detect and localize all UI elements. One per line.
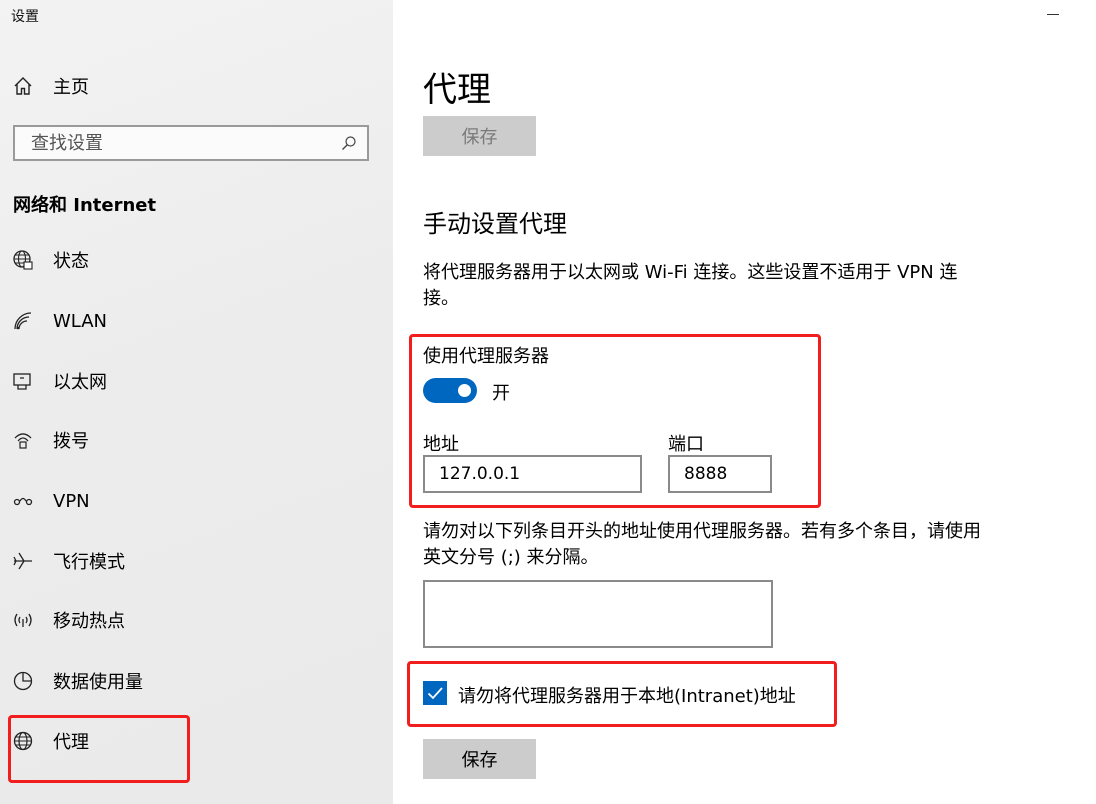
- network-status-icon: [11, 248, 35, 272]
- port-label: 端口: [668, 434, 704, 455]
- use-proxy-label: 使用代理服务器: [423, 346, 549, 367]
- vpn-icon: [11, 489, 35, 513]
- exceptions-description: 请勿对以下列条目开头的地址使用代理服务器。若有多个条目，请使用英文分号 (;) …: [423, 521, 981, 568]
- sidebar-item-vpn[interactable]: VPN: [0, 481, 393, 521]
- sidebar-item-label: 移动热点: [53, 611, 125, 632]
- sidebar-item-label: WLAN: [53, 310, 108, 332]
- app-title: 设置: [11, 9, 39, 25]
- exceptions-input[interactable]: [423, 580, 773, 648]
- address-label: 地址: [423, 434, 459, 455]
- page-title: 代理: [423, 70, 491, 110]
- save-button-bottom[interactable]: 保存: [423, 739, 536, 779]
- bypass-local-label[interactable]: 请勿将代理服务器用于本地(Intranet)地址: [458, 682, 796, 708]
- sidebar-item-label: 飞行模式: [53, 552, 125, 573]
- use-proxy-state: 开: [492, 383, 510, 404]
- ethernet-icon: [11, 369, 35, 393]
- sidebar-item-label: VPN: [53, 490, 90, 512]
- sidebar-item-label: 代理: [53, 732, 89, 753]
- wifi-icon: [11, 309, 35, 333]
- section-title: 网络和 Internet: [13, 195, 157, 216]
- settings-window: 设置 主页 网络和 Internet 状态 WLAN: [0, 0, 1096, 804]
- sidebar-item-status[interactable]: 状态: [0, 240, 393, 280]
- main-content: 代理 保存 手动设置代理 将代理服务器用于以太网或 Wi-Fi 连接。这些设置不…: [393, 0, 1096, 804]
- minimize-button[interactable]: [1047, 14, 1059, 15]
- globe-icon: [11, 729, 35, 753]
- toggle-knob: [458, 384, 471, 397]
- sidebar-item-wlan[interactable]: WLAN: [0, 301, 393, 341]
- manual-proxy-heading: 手动设置代理: [423, 210, 567, 238]
- home-icon: [11, 74, 35, 98]
- sidebar-item-label: 数据使用量: [53, 672, 143, 693]
- sidebar-item-data-usage[interactable]: 数据使用量: [0, 661, 393, 701]
- sidebar-item-proxy[interactable]: 代理: [0, 721, 393, 761]
- sidebar-item-dialup[interactable]: 拨号: [0, 420, 393, 460]
- sidebar-item-home[interactable]: 主页: [0, 66, 393, 106]
- bypass-local-checkbox[interactable]: [423, 681, 447, 705]
- save-button-top[interactable]: 保存: [423, 116, 536, 156]
- data-usage-icon: [11, 669, 35, 693]
- hotspot-icon: [11, 608, 35, 632]
- search-input[interactable]: [29, 131, 333, 155]
- sidebar-item-ethernet[interactable]: 以太网: [0, 361, 393, 401]
- use-proxy-toggle[interactable]: [423, 378, 477, 403]
- sidebar-item-label: 主页: [53, 77, 89, 98]
- address-input[interactable]: [423, 455, 642, 493]
- sidebar-item-label: 以太网: [53, 372, 107, 393]
- checkmark-icon: [427, 687, 443, 700]
- sidebar-item-label: 状态: [53, 251, 89, 272]
- sidebar-item-hotspot[interactable]: 移动热点: [0, 600, 393, 640]
- sidebar-item-label: 拨号: [53, 431, 89, 452]
- dialup-icon: [11, 428, 35, 452]
- airplane-icon: [11, 549, 35, 573]
- manual-proxy-description: 将代理服务器用于以太网或 Wi-Fi 连接。这些设置不适用于 VPN 连接。: [423, 262, 958, 309]
- sidebar: 设置 主页 网络和 Internet 状态 WLAN: [0, 0, 393, 804]
- sidebar-item-airplane[interactable]: 飞行模式: [0, 541, 393, 581]
- search-icon[interactable]: [341, 135, 357, 155]
- port-input[interactable]: [668, 455, 772, 493]
- search-box[interactable]: [13, 125, 369, 161]
